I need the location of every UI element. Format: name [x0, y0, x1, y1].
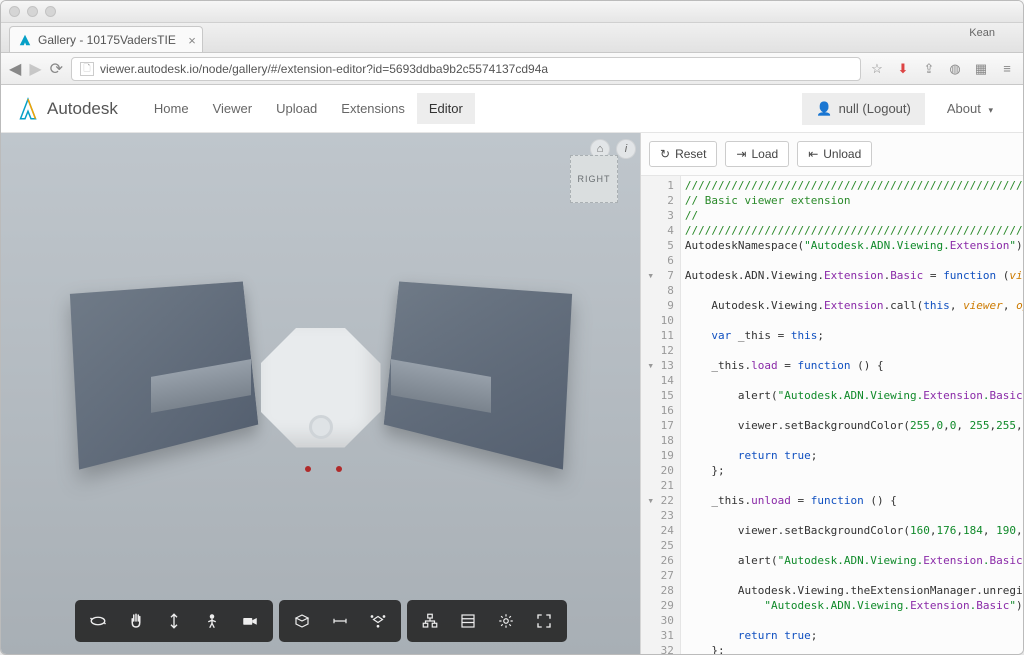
- zoom-icon[interactable]: [157, 606, 191, 636]
- editor-toolbar: ↻Reset ⇥Load ⇤Unload: [641, 133, 1023, 176]
- browser-window: Gallery - 10175VadersTIE × Kean ◀ ▶ ⟳ 🗋 …: [0, 0, 1024, 655]
- reset-icon: ↻: [660, 147, 670, 161]
- properties-icon[interactable]: [451, 606, 485, 636]
- autodesk-favicon-icon: [18, 33, 32, 47]
- user-label: null (Logout): [839, 101, 911, 116]
- viewcube-face-label: RIGHT: [578, 174, 611, 184]
- orbit-icon[interactable]: [81, 606, 115, 636]
- content-area: ⌂ i RIGHT: [1, 133, 1023, 654]
- user-menu[interactable]: 👤 null (Logout): [802, 93, 924, 125]
- minimize-window-button[interactable]: [27, 6, 38, 17]
- unload-icon: ⇤: [808, 147, 818, 161]
- share-icon[interactable]: ⇪: [921, 61, 937, 77]
- nav-items: HomeViewerUploadExtensionsEditor: [142, 93, 475, 124]
- unload-button[interactable]: ⇤Unload: [797, 141, 872, 167]
- reset-button[interactable]: ↻Reset: [649, 141, 717, 167]
- close-window-button[interactable]: [9, 6, 20, 17]
- viewer-toolbar: [75, 600, 567, 642]
- user-icon: 👤: [816, 101, 832, 117]
- browser-tabbar: Gallery - 10175VadersTIE × Kean: [1, 23, 1023, 53]
- info-icon[interactable]: i: [616, 139, 636, 159]
- url-text: viewer.autodesk.io/node/gallery/#/extens…: [100, 62, 548, 76]
- brand-name: Autodesk: [47, 99, 118, 119]
- viewcube[interactable]: RIGHT: [570, 155, 618, 203]
- nav-item-viewer[interactable]: Viewer: [201, 93, 265, 124]
- star-icon[interactable]: ☆: [869, 61, 885, 77]
- viewer-pane[interactable]: ⌂ i RIGHT: [1, 133, 641, 654]
- explode-icon[interactable]: [361, 606, 395, 636]
- settings-icon[interactable]: [489, 606, 523, 636]
- page-info-icon[interactable]: 🗋: [80, 62, 94, 76]
- chevron-down-icon: ▾: [988, 105, 993, 115]
- forward-button[interactable]: ▶: [29, 59, 41, 79]
- editor-pane: ↻Reset ⇥Load ⇤Unload 1 2 3 4 5 6 ▾ 7 8 9…: [641, 133, 1023, 654]
- nav-item-editor[interactable]: Editor: [417, 93, 475, 124]
- measure-icon[interactable]: [323, 606, 357, 636]
- pan-icon[interactable]: [119, 606, 153, 636]
- url-field[interactable]: 🗋 viewer.autodesk.io/node/gallery/#/exte…: [71, 57, 861, 81]
- extension-a-icon[interactable]: ◍: [947, 61, 963, 77]
- menu-icon[interactable]: ≡: [999, 61, 1015, 77]
- code-editor[interactable]: 1 2 3 4 5 6 ▾ 7 8 9 10 11 12 ▾ 13 14 15 …: [641, 176, 1023, 654]
- browser-profile-name[interactable]: Kean: [969, 27, 995, 39]
- model-tree-icon[interactable]: [413, 606, 447, 636]
- autodesk-logo-icon: [19, 97, 37, 121]
- fullscreen-icon[interactable]: [527, 606, 561, 636]
- extension-b-icon[interactable]: ▦: [973, 61, 989, 77]
- about-menu[interactable]: About ▾: [935, 93, 1005, 124]
- app-menubar: Autodesk HomeViewerUploadExtensionsEdito…: [1, 85, 1023, 133]
- first-person-icon[interactable]: [195, 606, 229, 636]
- download-icon[interactable]: ⬇: [895, 61, 911, 77]
- nav-item-home[interactable]: Home: [142, 93, 201, 124]
- toolbar-right: ☆ ⬇ ⇪ ◍ ▦ ≡: [869, 61, 1015, 77]
- brand[interactable]: Autodesk: [19, 97, 118, 121]
- maximize-window-button[interactable]: [45, 6, 56, 17]
- model-3d[interactable]: [131, 264, 511, 524]
- load-icon: ⇥: [736, 147, 746, 161]
- camera-icon[interactable]: [233, 606, 267, 636]
- browser-tab[interactable]: Gallery - 10175VadersTIE ×: [9, 26, 203, 52]
- browser-address-bar: ◀ ▶ ⟳ 🗋 viewer.autodesk.io/node/gallery/…: [1, 53, 1023, 85]
- tab-close-icon[interactable]: ×: [188, 33, 196, 48]
- tab-title: Gallery - 10175VadersTIE: [38, 33, 176, 47]
- section-icon[interactable]: [285, 606, 319, 636]
- load-button[interactable]: ⇥Load: [725, 141, 789, 167]
- back-button[interactable]: ◀: [9, 59, 21, 79]
- nav-item-extensions[interactable]: Extensions: [329, 93, 417, 124]
- window-titlebar: [1, 1, 1023, 23]
- nav-item-upload[interactable]: Upload: [264, 93, 329, 124]
- traffic-lights: [9, 6, 56, 17]
- reload-button[interactable]: ⟳: [50, 59, 63, 79]
